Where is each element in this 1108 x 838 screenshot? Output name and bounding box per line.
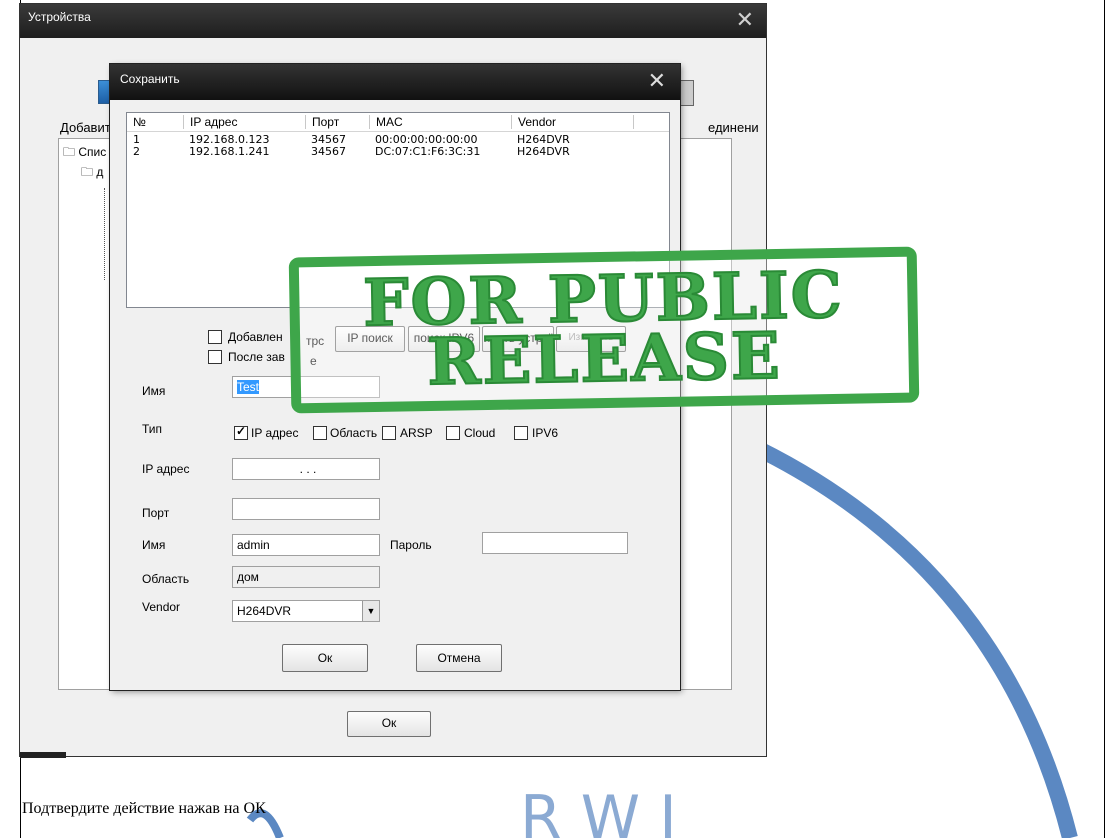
connect-label[interactable]: единени bbox=[708, 120, 759, 135]
tree-root-label: Спис bbox=[78, 145, 107, 159]
row-mac: DC:07:C1:F6:3C:31 bbox=[375, 145, 481, 158]
password-label: Пароль bbox=[390, 538, 432, 552]
close-icon[interactable]: ✕ bbox=[648, 68, 666, 94]
type-area-checkbox[interactable] bbox=[313, 426, 327, 440]
type-ip-label: IP адрес bbox=[251, 426, 299, 440]
column-header[interactable]: Порт bbox=[305, 115, 339, 129]
type-arsp-checkbox[interactable] bbox=[382, 426, 396, 440]
stamp-line2: RELEASE bbox=[426, 318, 784, 401]
tree-root-item[interactable]: 🗀 Спис bbox=[63, 143, 106, 164]
type-cloud-label: Cloud bbox=[464, 426, 496, 440]
area-label: Область bbox=[142, 572, 190, 586]
device-list-header: № IP адрес Порт MAC Vendor bbox=[127, 113, 669, 132]
name-value: Test bbox=[237, 380, 260, 394]
column-header[interactable]: № bbox=[127, 115, 146, 129]
column-header[interactable]: IP адрес bbox=[183, 115, 237, 129]
type-arsp-label: ARSP bbox=[400, 426, 433, 440]
add-checkbox-label: Добавлен bbox=[228, 330, 283, 344]
type-label: Тип bbox=[142, 422, 163, 436]
save-dialog-titlebar: Сохранить ✕ bbox=[110, 64, 680, 100]
after-checkbox-label: После зав bbox=[228, 350, 285, 364]
add-device-label[interactable]: Добавит bbox=[60, 120, 111, 135]
column-header bbox=[633, 115, 670, 129]
type-ipv6-checkbox[interactable] bbox=[514, 426, 528, 440]
row-port: 34567 bbox=[311, 145, 346, 158]
vendor-label: Vendor bbox=[142, 600, 181, 614]
devices-window-titlebar: Устройства ✕ bbox=[20, 4, 766, 38]
type-cloud-checkbox[interactable] bbox=[446, 426, 460, 440]
close-icon[interactable]: ✕ bbox=[736, 6, 754, 34]
chevron-down-icon[interactable]: ▼ bbox=[362, 601, 379, 621]
outer-ok-button[interactable]: Ок bbox=[347, 711, 431, 737]
after-checkbox[interactable] bbox=[208, 350, 222, 364]
row-vendor: H264DVR bbox=[517, 145, 570, 158]
vendor-value: H264DVR bbox=[237, 604, 292, 618]
public-release-stamp: FOR PUBLIC RELEASE bbox=[288, 246, 920, 414]
port-field[interactable] bbox=[232, 498, 380, 520]
save-dialog-title: Сохранить bbox=[120, 72, 180, 86]
row-ip: 192.168.1.241 bbox=[189, 145, 270, 158]
type-area-label: Область bbox=[330, 426, 378, 440]
column-header[interactable]: Vendor bbox=[511, 115, 556, 129]
tree-child-label: д bbox=[96, 165, 104, 179]
type-ipv6-label: IPV6 bbox=[532, 426, 559, 440]
type-ip-checkbox[interactable] bbox=[234, 424, 248, 440]
username-field[interactable]: admin bbox=[232, 534, 380, 556]
tree-child-item[interactable]: 🗀 д bbox=[81, 163, 103, 184]
port-label: Порт bbox=[142, 506, 170, 520]
password-field[interactable] bbox=[482, 532, 628, 554]
ok-button[interactable]: Ок bbox=[282, 644, 368, 672]
area-field[interactable]: дом bbox=[232, 566, 380, 588]
username-label: Имя bbox=[142, 538, 166, 552]
ip-label: IP адрес bbox=[142, 462, 190, 476]
add-checkbox[interactable] bbox=[208, 330, 222, 344]
name-label: Имя bbox=[142, 384, 166, 398]
cancel-button[interactable]: Отмена bbox=[416, 644, 502, 672]
vendor-select[interactable]: H264DVR ▼ bbox=[232, 600, 380, 622]
row-no: 2 bbox=[133, 145, 140, 158]
ip-field[interactable]: . . . bbox=[232, 458, 380, 480]
column-header[interactable]: MAC bbox=[369, 115, 403, 129]
devices-window-title: Устройства bbox=[28, 10, 91, 24]
window-bottom-strip bbox=[20, 752, 66, 758]
instruction-caption: Подтвердите действие нажав на ОК bbox=[22, 800, 266, 817]
